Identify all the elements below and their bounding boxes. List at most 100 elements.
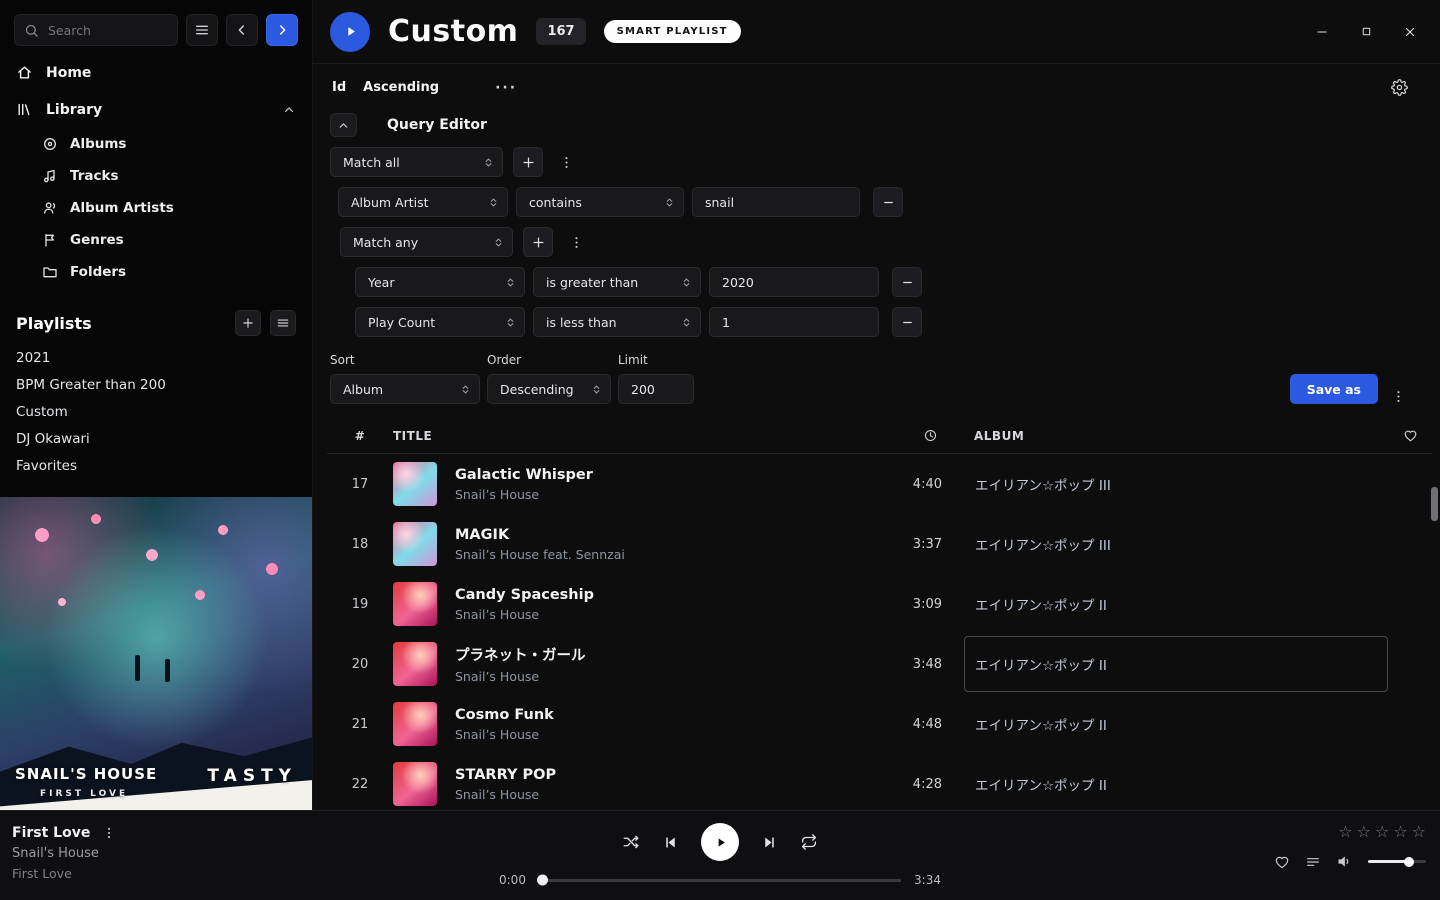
now-playing-menu-button[interactable]	[102, 826, 116, 840]
previous-track-button[interactable]	[662, 834, 679, 851]
limit-input[interactable]	[618, 374, 694, 404]
maximize-button[interactable]	[1344, 13, 1388, 51]
save-menu-button[interactable]	[1385, 389, 1412, 404]
playlist-item[interactable]: DJ Okawari	[0, 426, 312, 453]
column-album[interactable]: ALBUM	[952, 429, 1388, 443]
playlist-item[interactable]: Favorites	[0, 453, 312, 480]
table-row[interactable]: 18 MAGIK Snail’s House feat. Sennzai 3:3…	[327, 514, 1432, 574]
track-album[interactable]: エイリアン☆ポップ II	[964, 756, 1388, 810]
order-select[interactable]: Descending	[487, 374, 611, 404]
scrollbar-thumb[interactable]	[1431, 487, 1438, 521]
playlist-item[interactable]: 2021	[0, 345, 312, 372]
sidebar-item-album-artists[interactable]: Album Artists	[0, 192, 312, 224]
table-row[interactable]: 17 Galactic Whisper Snail’s House 4:40 エ…	[327, 454, 1432, 514]
rule-operator-select[interactable]: is less than	[533, 307, 701, 337]
add-rule-button[interactable]	[523, 227, 553, 257]
track-album-art[interactable]	[393, 762, 437, 806]
track-album-focused[interactable]: エイリアン☆ポップ II	[964, 636, 1388, 692]
track-artist[interactable]: Snail’s House	[455, 607, 862, 622]
remove-rule-button[interactable]	[873, 187, 903, 217]
seek-slider-thumb[interactable]	[537, 875, 548, 886]
rule-group-menu-button[interactable]	[553, 155, 580, 170]
sort-direction-button[interactable]: Ascending	[363, 80, 439, 95]
rule-value-input[interactable]	[709, 267, 879, 297]
track-album[interactable]: エイリアン☆ポップ II	[964, 576, 1388, 632]
rule-value-input[interactable]	[709, 307, 879, 337]
sort-select[interactable]: Album	[330, 374, 480, 404]
track-album[interactable]: エイリアン☆ポップ III	[964, 516, 1388, 572]
playlist-list-button[interactable]	[270, 310, 296, 336]
table-row[interactable]: 22 STARRY POP Snail’s House 4:28 エイリアン☆ポ…	[327, 754, 1432, 810]
volume-slider-thumb[interactable]	[1404, 857, 1414, 867]
track-artist[interactable]: Snail’s House	[455, 669, 862, 684]
nav-back-button[interactable]	[226, 14, 258, 46]
minimize-button[interactable]	[1300, 13, 1344, 51]
track-title[interactable]: MAGIK	[455, 527, 862, 543]
favorite-button[interactable]	[1274, 854, 1290, 870]
nav-forward-button[interactable]	[266, 14, 298, 46]
add-playlist-button[interactable]	[235, 310, 261, 336]
star-icon[interactable]: ☆	[1338, 824, 1352, 840]
star-icon[interactable]: ☆	[1375, 824, 1389, 840]
table-row[interactable]: 21 Cosmo Funk Snail’s House 4:48 エイリアン☆ポ…	[327, 694, 1432, 754]
now-playing-title[interactable]: First Love	[12, 825, 90, 841]
match-any-select[interactable]: Match any	[340, 227, 513, 257]
track-title[interactable]: プラネット・ガール	[455, 644, 862, 665]
star-icon[interactable]: ☆	[1357, 824, 1371, 840]
rule-field-select[interactable]: Album Artist	[338, 187, 508, 217]
playlist-item[interactable]: Custom	[0, 399, 312, 426]
save-as-button[interactable]: Save as	[1290, 374, 1378, 404]
star-icon[interactable]: ☆	[1412, 824, 1426, 840]
now-playing-album-art[interactable]: SNAIL'S HOUSE FIRST LOVE TASTY	[0, 497, 313, 810]
remove-rule-button[interactable]	[892, 267, 922, 297]
sidebar-item-albums[interactable]: Albums	[0, 128, 312, 160]
rule-field-select[interactable]: Play Count	[355, 307, 525, 337]
column-number[interactable]: #	[327, 429, 393, 443]
sidebar-item-genres[interactable]: Genres	[0, 224, 312, 256]
star-icon[interactable]: ☆	[1393, 824, 1407, 840]
rule-value-input[interactable]	[692, 187, 860, 217]
track-album-art[interactable]	[393, 702, 437, 746]
queue-button[interactable]	[1305, 854, 1321, 870]
sort-field-button[interactable]: Id	[332, 80, 346, 95]
settings-button[interactable]	[1389, 77, 1410, 98]
now-playing-album[interactable]: First Love	[12, 866, 116, 881]
sidebar-item-tracks[interactable]: Tracks	[0, 160, 312, 192]
table-row[interactable]: 20 プラネット・ガール Snail’s House 3:48 エイリアン☆ポッ…	[327, 634, 1432, 694]
sidebar-item-folders[interactable]: Folders	[0, 256, 312, 288]
track-title[interactable]: STARRY POP	[455, 767, 862, 783]
rule-group-menu-button[interactable]	[563, 235, 590, 250]
play-pause-button[interactable]	[701, 823, 739, 861]
chevron-up-icon[interactable]	[282, 103, 296, 117]
volume-slider[interactable]	[1368, 860, 1426, 863]
collapse-query-editor-button[interactable]	[330, 113, 357, 137]
track-album[interactable]: エイリアン☆ポップ II	[964, 696, 1388, 752]
remove-rule-button[interactable]	[892, 307, 922, 337]
match-all-select[interactable]: Match all	[330, 147, 503, 177]
track-artist[interactable]: Snail’s House	[455, 487, 862, 502]
track-title[interactable]: Galactic Whisper	[455, 467, 862, 483]
track-album-art[interactable]	[393, 582, 437, 626]
now-playing-artist[interactable]: Snail's House	[12, 846, 116, 861]
track-artist[interactable]: Snail’s House feat. Sennzai	[455, 547, 862, 562]
search-input[interactable]	[46, 22, 168, 39]
track-album-art[interactable]	[393, 522, 437, 566]
seek-slider[interactable]	[539, 879, 901, 882]
play-playlist-button[interactable]	[330, 12, 370, 52]
track-album[interactable]: エイリアン☆ポップ III	[964, 456, 1388, 512]
menu-button[interactable]	[186, 14, 218, 46]
rule-operator-select[interactable]: is greater than	[533, 267, 701, 297]
track-artist[interactable]: Snail’s House	[455, 787, 862, 802]
track-title[interactable]: Cosmo Funk	[455, 707, 862, 723]
shuffle-button[interactable]	[622, 833, 640, 851]
next-track-button[interactable]	[761, 834, 778, 851]
sidebar-item-library[interactable]: Library	[0, 91, 312, 128]
repeat-button[interactable]	[800, 833, 818, 851]
sidebar-item-home[interactable]: Home	[0, 54, 312, 91]
table-row[interactable]: 19 Candy Spaceship Snail’s House 3:09 エイ…	[327, 574, 1432, 634]
add-rule-button[interactable]	[513, 147, 543, 177]
search-box[interactable]	[14, 14, 178, 46]
track-album-art[interactable]	[393, 462, 437, 506]
volume-button[interactable]	[1336, 853, 1353, 870]
duration-column-clock-icon[interactable]	[862, 428, 952, 443]
